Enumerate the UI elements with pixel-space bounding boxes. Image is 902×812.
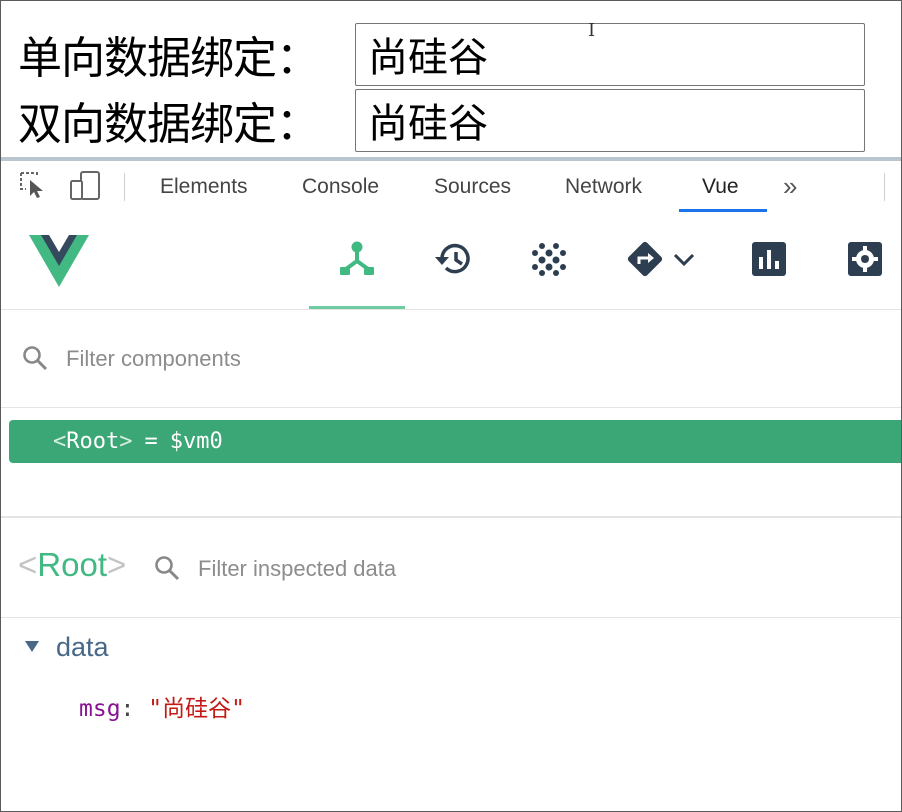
inspect-element-icon[interactable]	[18, 169, 48, 205]
divider	[0, 407, 902, 408]
device-toolbar-icon[interactable]	[68, 169, 104, 207]
tag-close-bracket: >	[119, 429, 133, 454]
chevron-down-icon	[673, 252, 695, 271]
inspector-header: <Root>	[0, 518, 902, 617]
caret-down-icon	[24, 638, 40, 657]
tab-elements[interactable]: Elements	[160, 161, 248, 212]
devtools-tab-bar: Elements Console Sources Network Vue »	[0, 161, 902, 213]
tag-open-bracket: <	[53, 429, 67, 454]
settings-icon	[847, 241, 883, 281]
tab-network[interactable]: Network	[565, 161, 642, 212]
vuex-tab-button[interactable]	[501, 212, 597, 310]
tag-open-bracket: <	[18, 546, 38, 583]
vue-devtools-header	[0, 212, 902, 310]
toolbar-separator	[124, 173, 125, 201]
history-tab-button[interactable]	[405, 212, 501, 310]
components-icon	[338, 241, 376, 281]
performance-icon	[751, 241, 787, 281]
tab-vue[interactable]: Vue	[702, 161, 739, 212]
divider	[0, 617, 902, 618]
one-way-binding-row: 单向数据绑定：	[18, 22, 865, 86]
data-section-toggle[interactable]: data	[24, 632, 109, 663]
vuex-icon	[532, 242, 566, 280]
data-property-row[interactable]: msg: "尚硅谷"	[79, 689, 245, 723]
component-instance-var: $vm0	[169, 429, 223, 454]
vue-logo-icon	[28, 234, 90, 292]
two-way-binding-label: 双向数据绑定：	[18, 99, 320, 150]
performance-tab-button[interactable]	[721, 212, 817, 310]
history-icon	[433, 241, 473, 281]
component-name: Root	[66, 429, 120, 454]
one-way-binding-input[interactable]	[355, 22, 865, 86]
toolbar-separator	[884, 173, 885, 201]
text-cursor-icon: I	[588, 20, 596, 41]
component-filter-bar	[0, 310, 902, 407]
router-tab-button[interactable]	[612, 212, 708, 310]
component-tree-item-root[interactable]: < Root > = $vm0	[9, 420, 902, 463]
tag-close-bracket: >	[107, 546, 127, 583]
inspected-component-name: <Root>	[18, 546, 126, 584]
property-colon: :	[120, 696, 135, 722]
data-section-title: data	[56, 632, 109, 662]
tab-sources[interactable]: Sources	[434, 161, 511, 212]
two-way-binding-input[interactable]	[355, 88, 865, 152]
one-way-binding-label: 单向数据绑定：	[18, 33, 320, 84]
tab-console[interactable]: Console	[302, 161, 379, 212]
more-tabs-icon[interactable]: »	[783, 161, 797, 212]
router-icon	[625, 239, 665, 283]
search-icon	[22, 345, 48, 375]
two-way-binding-row: 双向数据绑定：	[18, 88, 865, 152]
components-tab-button[interactable]	[309, 212, 405, 310]
filter-inspected-data-input[interactable]	[196, 548, 720, 590]
component-name: Root	[37, 546, 107, 583]
equals-sign: =	[144, 429, 158, 454]
property-key: msg	[79, 696, 121, 722]
property-value[interactable]: "尚硅谷"	[148, 696, 245, 722]
search-icon	[154, 555, 180, 585]
filter-components-input[interactable]	[64, 338, 668, 380]
settings-tab-button[interactable]	[817, 212, 902, 310]
